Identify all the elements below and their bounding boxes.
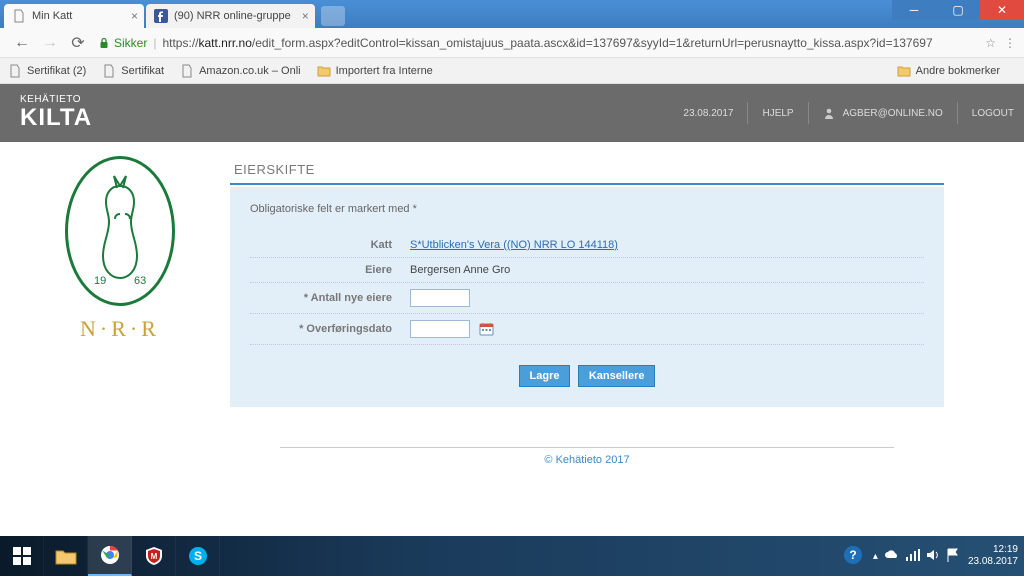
forward-button: → [40,33,60,53]
brand-big: KILTA [20,105,92,131]
window-minimize-button[interactable]: ─ [892,0,936,20]
folder-icon [897,64,911,78]
bookmark-item[interactable]: Sertifikat [102,64,164,78]
bookmark-label: Sertifikat (2) [27,65,86,77]
value-eiere: Bergersen Anne Gro [410,264,924,276]
flag-icon[interactable] [946,548,958,565]
svg-text:S: S [193,549,201,563]
bookmark-label: Importert fra Interne [336,65,433,77]
row-antall: * Antall nye eiere [250,283,924,314]
facebook-icon [154,9,168,23]
browser-titlebar: Min Katt × (90) NRR online-gruppe × ─ ▢ … [0,0,1024,28]
chevron-up-icon[interactable]: ▴ [873,551,878,562]
taskbar-clock[interactable]: 12:19 23.08.2017 [968,544,1018,568]
volume-icon[interactable] [926,549,940,564]
row-katt: Katt S*Utblicken's Vera ((NO) NRR LO 144… [250,233,924,258]
url-field[interactable]: https://katt.nrr.no/edit_form.aspx?editC… [162,36,985,50]
page-icon [180,64,194,78]
bookmark-item[interactable]: Sertifikat (2) [8,64,86,78]
network-icon[interactable] [906,549,920,564]
nrr-initials: N·R·R [80,316,160,342]
header-date: 23.08.2017 [683,108,733,119]
reload-button[interactable]: ⟳ [68,33,88,53]
form-box: Obligatoriske felt er markert med * Katt… [230,187,944,407]
window-close-button[interactable]: ✕ [980,0,1024,20]
clock-date: 23.08.2017 [968,556,1018,568]
window-maximize-button[interactable]: ▢ [936,0,980,20]
row-eiere: Eiere Bergersen Anne Gro [250,258,924,283]
logout-link[interactable]: LOGOUT [972,108,1014,119]
logo-year-left: 19 [94,275,106,287]
task-explorer[interactable] [44,536,88,576]
bookmark-label: Andre bokmerker [916,65,1000,77]
svg-text:M: M [150,552,157,561]
page-icon [8,64,22,78]
mandatory-note: Obligatoriske felt er markert med * [250,203,924,215]
other-bookmarks[interactable]: Andre bokmerker [897,64,1000,78]
dato-input[interactable] [410,320,470,338]
url-path: /edit_form.aspx?editControl=kissan_omist… [252,36,933,50]
back-button[interactable]: ← [12,33,32,53]
secure-label: Sikker [114,36,147,50]
task-chrome[interactable] [88,536,132,576]
browser-tab-2[interactable]: (90) NRR online-gruppe × [146,4,315,28]
svg-text:?: ? [849,548,856,562]
page-footer: © Kehätieto 2017 [280,447,894,466]
url-host: katt.nrr.no [199,36,252,50]
page-icon [102,64,116,78]
calendar-icon[interactable] [479,322,494,336]
label-eiere: Eiere [250,264,410,276]
bookmark-label: Sertifikat [121,65,164,77]
url-scheme: https:// [162,36,198,50]
bookmark-item[interactable]: Importert fra Interne [317,64,433,78]
help-tray-icon[interactable]: ? [843,545,863,568]
star-icon[interactable]: ☆ [985,36,996,50]
browser-tab-1[interactable]: Min Katt × [4,4,144,28]
windows-taskbar: M S ? ▴ 12:19 23.08.2017 [0,536,1024,576]
row-dato: * Overføringsdato [250,314,924,345]
new-tab-button[interactable] [321,6,345,26]
menu-icon[interactable]: ⋮ [1004,36,1016,50]
folder-icon [317,64,331,78]
nrr-logo: 19 63 [65,156,175,306]
save-button[interactable]: Lagre [519,365,571,387]
address-bar: ← → ⟳ Sikker | https://katt.nrr.no/edit_… [0,28,1024,58]
katt-link[interactable]: S*Utblicken's Vera ((NO) NRR LO 144118) [410,239,618,251]
bookmarks-bar: Sertifikat (2) Sertifikat Amazon.co.uk –… [0,58,1024,84]
onedrive-icon[interactable] [884,550,900,563]
clock-time: 12:19 [968,544,1018,556]
label-antall: * Antall nye eiere [250,292,410,304]
section-title: EIERSKIFTE [230,156,944,185]
bookmark-label: Amazon.co.uk – Onli [199,65,301,77]
task-mcafee[interactable]: M [132,536,176,576]
help-link[interactable]: HJELP [762,108,793,119]
page-favicon [12,9,26,23]
system-tray: ? ▴ 12:19 23.08.2017 [843,536,1018,576]
lock-icon [98,37,110,49]
task-skype[interactable]: S [176,536,220,576]
close-icon[interactable]: × [131,9,138,23]
page-content: KEHÄTIETO KILTA 23.08.2017 HJELP AGBER@O… [0,84,1024,536]
cancel-button[interactable]: Kansellere [578,365,656,387]
user-icon [823,107,835,119]
label-katt: Katt [250,239,410,251]
sidebar: 19 63 N·R·R [20,156,220,466]
bookmark-item[interactable]: Amazon.co.uk – Onli [180,64,301,78]
logo-year-right: 63 [134,275,146,287]
start-button[interactable] [0,536,44,576]
tab-title: (90) NRR online-gruppe [174,10,291,22]
label-dato: * Overføringsdato [250,323,410,335]
tab-title: Min Katt [32,10,72,22]
main-panel: EIERSKIFTE Obligatoriske felt er markert… [220,156,944,466]
user-email[interactable]: AGBER@ONLINE.NO [843,108,943,119]
antall-input[interactable] [410,289,470,307]
site-security[interactable]: Sikker [98,36,147,50]
close-icon[interactable]: × [302,9,309,23]
app-header: KEHÄTIETO KILTA 23.08.2017 HJELP AGBER@O… [0,84,1024,142]
